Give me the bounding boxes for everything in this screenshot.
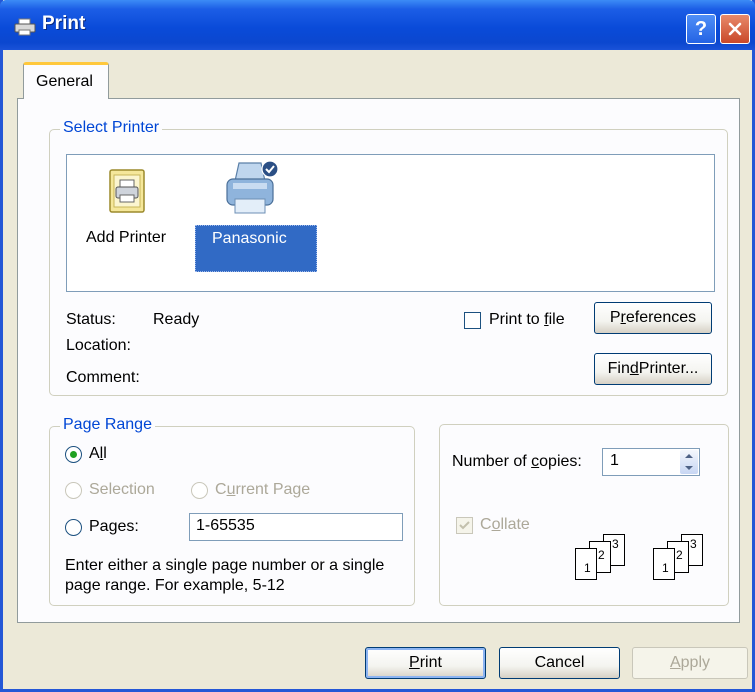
apply-button[interactable]: Apply [632, 647, 748, 679]
select-printer-title: Select Printer [60, 119, 163, 137]
copies-group: Number of copies: 1 Collate 3 2 1 3 2 1 [439, 424, 729, 606]
window-title: Print [42, 13, 86, 34]
printer-list[interactable]: Add Printer Panasonic [66, 154, 715, 292]
close-icon [728, 22, 742, 36]
tab-general[interactable]: General [23, 62, 109, 100]
tab-general-label: General [36, 73, 93, 90]
print-to-file-box [464, 312, 481, 329]
general-tab-panel: Select Printer Add Printer Panasonic Sta… [17, 99, 740, 623]
page-1-icon: 1 [575, 548, 597, 580]
check-icon [459, 521, 470, 530]
close-button[interactable] [720, 14, 750, 44]
cancel-button[interactable]: Cancel [499, 647, 620, 679]
printer-item-panasonic[interactable]: Panasonic [195, 157, 317, 273]
all-radio[interactable]: All [65, 445, 125, 465]
print-to-file-label: Print to file [489, 311, 565, 328]
pages-radio[interactable]: Pages: [65, 518, 165, 538]
collate-box [456, 517, 473, 534]
all-radio-label: All [89, 445, 107, 462]
help-icon: ? [694, 17, 708, 40]
add-printer-icon [109, 169, 145, 213]
status-label: Status: [66, 311, 116, 328]
spin-up-icon[interactable] [680, 450, 698, 462]
current-page-radio[interactable]: Current Page [191, 481, 331, 501]
pages-input[interactable]: 1-65535 [189, 513, 403, 541]
page-range-hint-line1: Enter either a single page number or a s… [65, 557, 385, 574]
title-bar[interactable]: Print ? [0, 0, 755, 50]
page-range-hint-line2: page range. For example, 5-12 [65, 577, 285, 594]
panasonic-label: Panasonic [212, 230, 287, 247]
pages-radio-label: Pages: [89, 518, 139, 535]
collate-checkbox[interactable]: Collate [456, 516, 546, 536]
preferences-button[interactable]: Pr eferences [594, 302, 712, 334]
copies-value: 1 [610, 452, 619, 469]
copies-spinner-buttons[interactable] [680, 450, 698, 474]
print-to-file-checkbox[interactable]: Print to file [464, 311, 584, 331]
page-range-title: Page Range [60, 416, 155, 434]
print-dialog: Print ? General Select Printer Add Print… [0, 0, 755, 692]
copies-spinner[interactable]: 1 [602, 448, 700, 476]
add-printer-label: Add Printer [86, 229, 167, 246]
collate-illustration: 3 2 1 3 2 1 [567, 534, 717, 584]
number-of-copies-label: Number of copies: [452, 453, 582, 470]
page-range-group: Page Range All Selection Current Page Pa… [49, 416, 415, 606]
help-button[interactable]: ? [686, 14, 716, 44]
all-radio-dot [70, 451, 77, 458]
panasonic-selection: Panasonic [195, 225, 317, 272]
selection-radio[interactable]: Selection [65, 481, 175, 501]
select-printer-group: Select Printer Add Printer Panasonic Sta… [49, 119, 728, 396]
current-page-radio-label: Current Page [215, 481, 311, 498]
page-1-icon: 1 [653, 548, 675, 580]
current-page-radio-circle [191, 482, 208, 499]
collated-set-2: 3 2 1 [645, 534, 709, 584]
collated-set-1: 3 2 1 [567, 534, 631, 584]
printer-item-add-printer[interactable]: Add Printer [83, 165, 183, 255]
selection-radio-label: Selection [89, 481, 155, 498]
collate-label: Collate [480, 516, 530, 533]
status-value: Ready [153, 311, 200, 328]
comment-label: Comment: [66, 369, 140, 386]
printer-title-icon [14, 18, 36, 36]
find-printer-button[interactable]: Fin d Printer... [594, 353, 712, 385]
selection-radio-circle [65, 482, 82, 499]
pages-radio-circle [65, 519, 82, 536]
print-button[interactable]: Print [365, 647, 486, 679]
location-label: Location: [66, 337, 131, 354]
all-radio-circle [65, 446, 82, 463]
spin-down-icon[interactable] [680, 462, 698, 474]
printer-icon [226, 160, 279, 214]
